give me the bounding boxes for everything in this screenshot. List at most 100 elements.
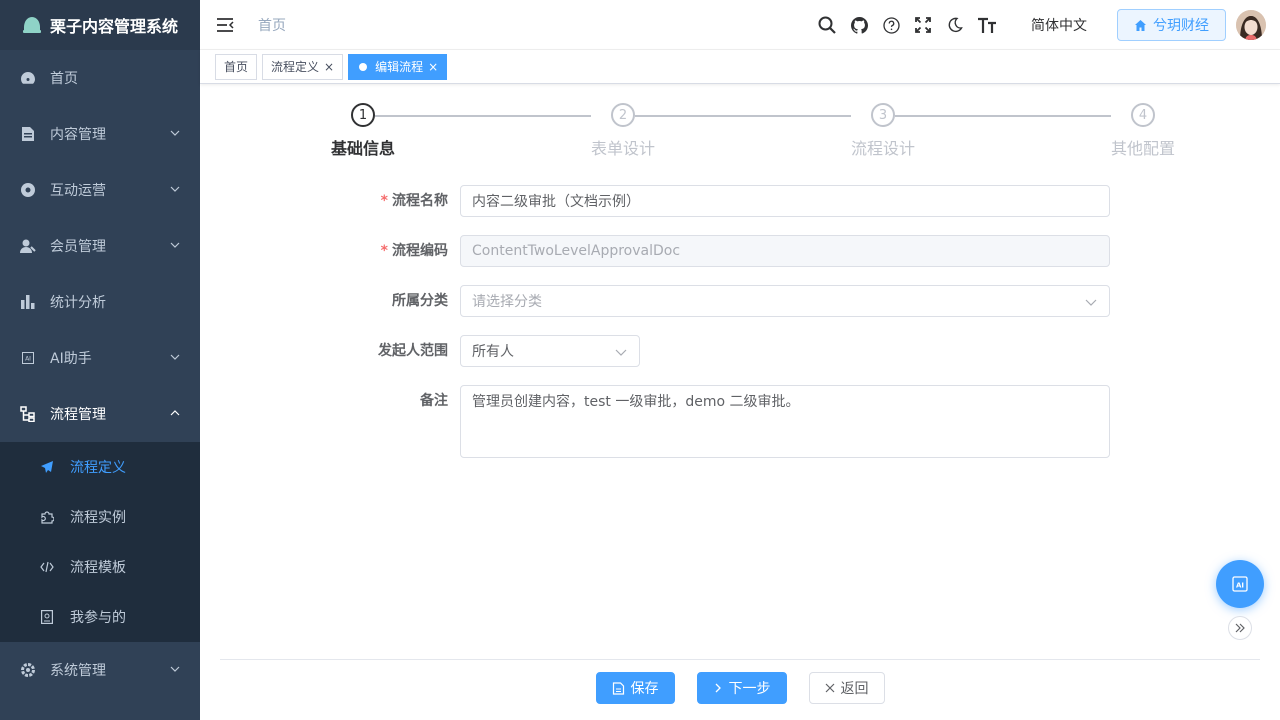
form-row-initiator: 发起人范围 所有人	[200, 335, 1280, 367]
button-label: 保存	[630, 681, 659, 697]
tag-edit-workflow[interactable]: 编辑流程 ×	[348, 53, 448, 80]
close-icon[interactable]: ×	[324, 60, 334, 74]
save-button[interactable]: 保存	[595, 672, 675, 704]
footer-divider	[220, 659, 1260, 660]
sidebar-item-system[interactable]: 系统管理	[0, 642, 200, 698]
form-row-code: * 流程编码 ContentTwoLevelApprovalDoc	[200, 235, 1280, 267]
form-row-name: * 流程名称 内容二级审批（文档示例）	[200, 185, 1280, 217]
sidebar-item-home[interactable]: 首页	[0, 50, 200, 106]
sidebar-item-statistics[interactable]: 统计分析	[0, 274, 200, 330]
sidebar: 栗子内容管理系统 首页 内容管理 互动运营 会员管理 统计分析 AI AI助手 …	[0, 0, 200, 720]
tag-home[interactable]: 首页	[215, 53, 258, 80]
avatar[interactable]	[1236, 10, 1266, 40]
step-form-design[interactable]: 2 表单设计	[578, 103, 668, 159]
step-process-design[interactable]: 3 流程设计	[838, 103, 928, 159]
github-icon[interactable]	[843, 9, 875, 41]
tag-workflow-definition[interactable]: 流程定义 ×	[262, 53, 344, 80]
sidebar-item-ai[interactable]: AI AI助手	[0, 330, 200, 386]
double-chevron-right-icon	[1235, 623, 1245, 633]
sidebar-item-label: 会员管理	[50, 239, 106, 255]
sidebar-item-workflow-template[interactable]: 流程模板	[0, 542, 200, 592]
main-content: 1 基础信息 2 表单设计 3 流程设计 4 其他配置 * 流程名称 内容二级审批…	[200, 85, 1280, 720]
sidebar-item-label: 流程实例	[70, 510, 126, 526]
active-dot-icon	[359, 62, 368, 71]
top-navbar: 首页 简体中文 兮玥财经	[200, 0, 1280, 50]
tenant-label: 兮玥财经	[1153, 18, 1209, 34]
collapse-float-button[interactable]	[1228, 616, 1252, 640]
step-label: 基础信息	[330, 139, 395, 158]
sidebar-item-workflow-definition[interactable]: 流程定义	[0, 442, 200, 492]
input-value: 内容二级审批（文档示例）	[472, 194, 640, 210]
next-step-button[interactable]: 下一步	[696, 672, 787, 704]
save-icon	[612, 681, 624, 695]
sidebar-item-workflow[interactable]: 流程管理	[0, 386, 200, 442]
sidebar-item-label: 系统管理	[50, 663, 106, 679]
button-label: 返回	[840, 681, 869, 697]
tag-label: 首页	[224, 60, 249, 74]
tags-view: 首页 流程定义 × 编辑流程 ×	[200, 50, 1280, 84]
remark-textarea[interactable]: 管理员创建内容，test 一级审批，demo 二级审批。	[460, 385, 1110, 458]
language-select[interactable]: 简体中文	[1031, 15, 1087, 35]
document-icon	[20, 126, 36, 142]
form-label: * 流程编码	[380, 243, 448, 259]
svg-text:AI: AI	[1236, 582, 1244, 590]
step-number: 3	[871, 103, 895, 127]
ai-assistant-button[interactable]: AI	[1216, 560, 1264, 608]
app-title: 栗子内容管理系统	[50, 17, 179, 36]
tag-label: 流程定义	[271, 60, 320, 74]
chevron-up-icon	[170, 410, 180, 416]
send-icon	[40, 460, 54, 474]
chevron-down-icon	[170, 354, 180, 360]
sidebar-item-label: 内容管理	[50, 127, 106, 143]
breadcrumb[interactable]: 首页	[258, 15, 286, 35]
sidebar-item-label: 流程定义	[70, 460, 126, 476]
dashboard-icon	[20, 70, 36, 86]
search-icon[interactable]	[811, 9, 843, 41]
sidebar-item-my-participation[interactable]: 我参与的	[0, 592, 200, 642]
steps: 1 基础信息 2 表单设计 3 流程设计 4 其他配置	[318, 103, 1175, 163]
sidebar-item-label: 流程管理	[50, 407, 106, 423]
sidebar-toggle-icon[interactable]	[216, 16, 234, 34]
footer-actions: 保存 下一步 返回	[200, 672, 1280, 704]
chevron-right-icon	[715, 683, 721, 693]
sidebar-item-members[interactable]: 会员管理	[0, 218, 200, 274]
sidebar-item-label: 首页	[50, 71, 78, 87]
tenant-button[interactable]: 兮玥财经	[1117, 9, 1226, 41]
category-select[interactable]: 请选择分类	[460, 285, 1110, 317]
workflow-name-input[interactable]: 内容二级审批（文档示例）	[460, 185, 1110, 217]
select-placeholder: 请选择分类	[472, 294, 542, 310]
font-size-icon[interactable]	[971, 9, 1003, 41]
sidebar-item-label: 互动运营	[50, 183, 106, 199]
step-connector	[895, 115, 1111, 117]
help-icon[interactable]	[875, 9, 907, 41]
app-logo[interactable]: 栗子内容管理系统	[0, 0, 200, 50]
chevron-down-icon	[1085, 299, 1097, 306]
user-icon	[20, 238, 36, 254]
step-label: 表单设计	[590, 139, 655, 158]
form-label: 发起人范围	[378, 343, 448, 359]
initiator-scope-select[interactable]: 所有人	[460, 335, 640, 367]
form-row-remark: 备注 管理员创建内容，test 一级审批，demo 二级审批。	[200, 385, 1280, 458]
chevron-down-icon	[615, 349, 627, 356]
step-basic-info[interactable]: 1 基础信息	[318, 103, 408, 159]
close-icon[interactable]: ×	[428, 60, 438, 74]
chevron-down-icon	[170, 242, 180, 248]
form-label: * 流程名称	[380, 193, 448, 209]
workflow-code-input: ContentTwoLevelApprovalDoc	[460, 235, 1110, 267]
sidebar-item-interaction[interactable]: 互动运营	[0, 162, 200, 218]
workflow-icon	[20, 406, 36, 422]
step-connector	[635, 115, 851, 117]
back-button[interactable]: 返回	[808, 672, 885, 704]
sidebar-item-label: AI助手	[50, 351, 92, 367]
fullscreen-icon[interactable]	[907, 9, 939, 41]
chevron-down-icon	[170, 666, 180, 672]
step-label: 流程设计	[850, 139, 915, 158]
sidebar-item-workflow-instance[interactable]: 流程实例	[0, 492, 200, 542]
step-other-config[interactable]: 4 其他配置	[1098, 103, 1188, 159]
sidebar-item-content[interactable]: 内容管理	[0, 106, 200, 162]
tag-label: 编辑流程	[375, 60, 424, 74]
id-card-icon	[40, 610, 54, 624]
sidebar-item-label: 流程模板	[70, 560, 126, 576]
step-number: 4	[1131, 103, 1155, 127]
dark-mode-icon[interactable]	[939, 9, 971, 41]
